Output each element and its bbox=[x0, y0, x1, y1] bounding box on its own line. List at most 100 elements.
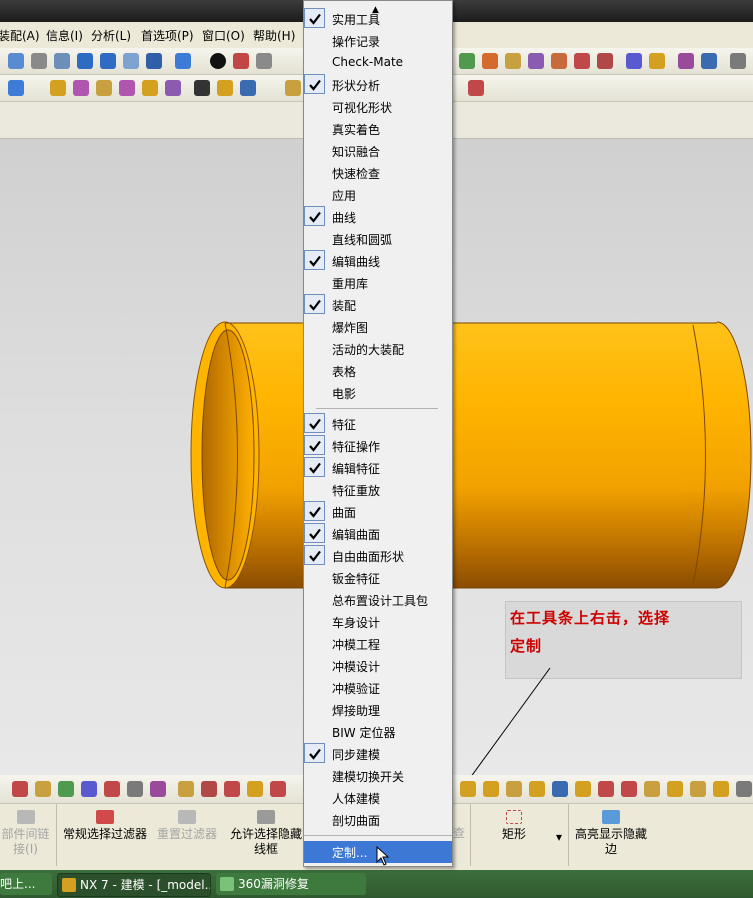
select-icon-g[interactable] bbox=[150, 781, 166, 797]
menu-item[interactable]: 自由曲面形状 bbox=[304, 545, 452, 567]
menu-item[interactable]: 冲模验证 bbox=[304, 677, 452, 699]
menu-item[interactable]: 钣金特征 bbox=[304, 567, 452, 589]
toolbar-context-menu: ▲ 实用工具 操作记录 Check-Mate 形状分析 可视化形状 真实着色 知识融合 快速检… bbox=[303, 0, 453, 867]
select-icon-p[interactable] bbox=[529, 781, 545, 797]
select-icon-t[interactable] bbox=[621, 781, 637, 797]
menu-item[interactable]: 曲线 bbox=[304, 206, 452, 228]
rectangle-label: 矩形 bbox=[501, 827, 526, 841]
checkmark-icon bbox=[304, 413, 325, 433]
select-icon-b[interactable] bbox=[35, 781, 51, 797]
menu-item-label: 编辑特征 bbox=[332, 462, 381, 476]
menu-item[interactable]: 电影 bbox=[304, 382, 452, 404]
menu-item[interactable]: 形状分析 bbox=[304, 74, 452, 96]
menu-item[interactable]: 应用 bbox=[304, 184, 452, 206]
rectangle-select-button[interactable]: 矩形 bbox=[494, 808, 534, 842]
checkmark-icon bbox=[304, 435, 325, 455]
select-icon-a[interactable] bbox=[12, 781, 28, 797]
menu-item[interactable]: 实用工具 bbox=[304, 8, 452, 30]
menu-item-label: 可视化形状 bbox=[332, 101, 393, 115]
menu-item[interactable]: 冲模设计 bbox=[304, 655, 452, 677]
select-icon-s[interactable] bbox=[598, 781, 614, 797]
select-icon-f[interactable] bbox=[127, 781, 143, 797]
select-icon-l[interactable] bbox=[270, 781, 286, 797]
select-icon-n[interactable] bbox=[483, 781, 499, 797]
select-icon-r[interactable] bbox=[575, 781, 591, 797]
menu-item-label: 冲模验证 bbox=[332, 682, 381, 696]
select-icon-x[interactable] bbox=[713, 781, 729, 797]
checkmark-icon bbox=[304, 501, 325, 521]
highlight-edges-icon bbox=[602, 810, 620, 824]
menu-item[interactable]: 表格 bbox=[304, 360, 452, 382]
menu-item[interactable]: 爆炸图 bbox=[304, 316, 452, 338]
menu-item-label: 特征操作 bbox=[332, 440, 381, 454]
select-icon-m[interactable] bbox=[460, 781, 476, 797]
menu-item-label: 真实着色 bbox=[332, 123, 381, 137]
menu-item[interactable]: Check-Mate bbox=[304, 52, 452, 74]
select-icon-e[interactable] bbox=[104, 781, 120, 797]
menu-item[interactable]: BIW 定位器 bbox=[304, 721, 452, 743]
menu-item[interactable]: 冲模工程 bbox=[304, 633, 452, 655]
select-icon-i[interactable] bbox=[201, 781, 217, 797]
menu-item[interactable]: 活动的大装配 bbox=[304, 338, 452, 360]
menu-item[interactable]: 直线和圆弧 bbox=[304, 228, 452, 250]
select-icon-o[interactable] bbox=[506, 781, 522, 797]
highlight-hidden-edges-button[interactable]: 高亮显示隐藏边 bbox=[572, 808, 650, 857]
menu-item[interactable]: 真实着色 bbox=[304, 118, 452, 140]
menu-item-label: 直线和圆弧 bbox=[332, 233, 393, 247]
menu-item-label: 电影 bbox=[332, 387, 357, 401]
menu-item-label: 剖切曲面 bbox=[332, 814, 381, 828]
menu-item[interactable]: 特征 bbox=[304, 413, 452, 435]
general-filter-button[interactable]: 常规选择过滤器 bbox=[62, 808, 148, 842]
select-icon-w[interactable] bbox=[690, 781, 706, 797]
taskbar-item-nx-label: NX 7 - 建模 - [_model... bbox=[80, 878, 211, 892]
select-icon-j[interactable] bbox=[224, 781, 240, 797]
reset-filter-button[interactable]: 重置过滤器 bbox=[155, 808, 219, 842]
select-icon-h[interactable] bbox=[178, 781, 194, 797]
checkmark-icon bbox=[304, 545, 325, 565]
menu-item[interactable]: 编辑特征 bbox=[304, 457, 452, 479]
menu-item-label: 表格 bbox=[332, 365, 357, 379]
select-icon-k[interactable] bbox=[247, 781, 263, 797]
menu-item-label: 特征 bbox=[332, 418, 357, 432]
allow-hidden-label: 允许选择隐藏线框 bbox=[229, 827, 302, 856]
taskbar-item-nx[interactable]: NX 7 - 建模 - [_model... bbox=[57, 873, 211, 897]
menu-item[interactable]: 剖切曲面 bbox=[304, 809, 452, 831]
menu-item[interactable]: 总布置设计工具包 bbox=[304, 589, 452, 611]
select-icon-u[interactable] bbox=[644, 781, 660, 797]
menu-item-label: 人体建模 bbox=[332, 792, 381, 806]
menu-item[interactable]: 重用库 bbox=[304, 272, 452, 294]
menu-item[interactable]: 特征操作 bbox=[304, 435, 452, 457]
menu-item-label: 爆炸图 bbox=[332, 321, 369, 335]
menu-item[interactable]: 建模切换开关 bbox=[304, 765, 452, 787]
menu-item[interactable]: 可视化形状 bbox=[304, 96, 452, 118]
menu-item[interactable]: 快速检查 bbox=[304, 162, 452, 184]
select-icon-q[interactable] bbox=[552, 781, 568, 797]
menu-item[interactable]: 曲面 bbox=[304, 501, 452, 523]
part-link-button[interactable]: 部件间链接(I) bbox=[0, 808, 53, 857]
menu-item-label: 特征重放 bbox=[332, 484, 381, 498]
menu-item[interactable]: 特征重放 bbox=[304, 479, 452, 501]
menu-item[interactable]: 焊接助理 bbox=[304, 699, 452, 721]
select-icon-y[interactable] bbox=[736, 781, 752, 797]
taskbar-item-360[interactable]: 360漏洞修复 bbox=[216, 873, 366, 895]
select-icon-v[interactable] bbox=[667, 781, 683, 797]
taskbar-item-1[interactable]: 吧上... bbox=[0, 873, 52, 895]
chevron-down-icon[interactable]: ▾ bbox=[554, 830, 564, 845]
select-icon-d[interactable] bbox=[81, 781, 97, 797]
menu-item[interactable]: 知识融合 bbox=[304, 140, 452, 162]
allow-hidden-wireframe-button[interactable]: 允许选择隐藏线框 bbox=[228, 808, 304, 857]
menu-item[interactable]: 编辑曲线 bbox=[304, 250, 452, 272]
menu-item-label: 钣金特征 bbox=[332, 572, 381, 586]
menu-item[interactable]: 同步建模 bbox=[304, 743, 452, 765]
menu-separator bbox=[304, 835, 452, 836]
menu-item[interactable]: 人体建模 bbox=[304, 787, 452, 809]
menu-item-label: 装配 bbox=[332, 299, 357, 313]
menu-item-label: 焊接助理 bbox=[332, 704, 381, 718]
menu-item[interactable]: 编辑曲面 bbox=[304, 523, 452, 545]
menu-item[interactable]: 车身设计 bbox=[304, 611, 452, 633]
menu-item[interactable]: 装配 bbox=[304, 294, 452, 316]
select-icon-c[interactable] bbox=[58, 781, 74, 797]
menu-item-label: 编辑曲面 bbox=[332, 528, 381, 542]
menu-item[interactable]: 操作记录 bbox=[304, 30, 452, 52]
checkmark-icon bbox=[304, 74, 325, 94]
